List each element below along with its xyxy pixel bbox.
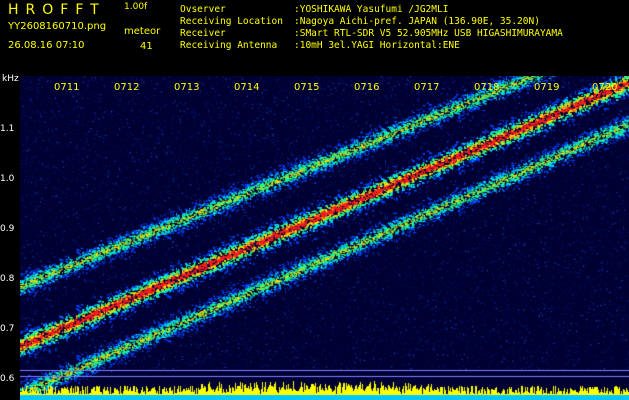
time-label: 0715 — [294, 82, 320, 93]
info-receiver-value: :SMart RTL-SDR V5 52.905MHz USB HIGASHIM… — [294, 28, 563, 39]
time-label: 0711 — [54, 82, 80, 93]
time-label: 0714 — [234, 82, 260, 93]
meteor-label: meteor — [124, 26, 161, 37]
info-location-label: Receiving Location — [180, 16, 283, 27]
y-tick-label: 0.6 — [0, 374, 15, 384]
header-panel: HROFFT 1.00f YY2608160710.png 26.08.16 0… — [0, 0, 629, 72]
info-receiver-label: Receiver — [180, 28, 226, 39]
time-label: 0720 — [592, 82, 618, 93]
info-antenna-value: :10mH 3el.YAGI Horizontal:ENE — [294, 40, 460, 51]
y-tick-label: 0.9 — [0, 224, 15, 234]
y-tick-label: 1.1 — [0, 124, 15, 134]
filename-label: YY2608160710.png — [8, 21, 107, 32]
info-observer-value: :YOSHIKAWA Yasufumi /JG2MLI — [294, 4, 449, 15]
info-location: Receiving Location :Nagoya Aichi-pref. JA… — [180, 16, 540, 27]
spectrogram-panel: kHz 1.1 1.0 0.9 0.8 0.7 0.6 0711 0712 07… — [0, 72, 629, 400]
info-antenna-label: Receiving Antenna — [180, 40, 278, 51]
time-label: 0716 — [354, 82, 380, 93]
info-antenna: Receiving Antenna :10mH 3el.YAGI Horizont… — [180, 40, 460, 51]
y-tick-label: 1.0 — [0, 174, 15, 184]
meteor-count: 41 — [140, 41, 153, 52]
waterfall-canvas — [20, 76, 629, 400]
time-label: 0717 — [414, 82, 440, 93]
info-observer-label: Ovserver — [180, 4, 226, 15]
y-tick-label: 0.8 — [0, 274, 15, 284]
info-location-value: :Nagoya Aichi-pref. JAPAN (136.90E, 35.2… — [294, 16, 540, 27]
info-observer: Ovserver :YOSHIKAWA Yasufumi /JG2MLI — [180, 4, 448, 15]
y-tick-label: 0.7 — [0, 324, 15, 334]
app-title: HROFFT — [8, 2, 106, 18]
version-label: 1.00f — [124, 2, 148, 12]
time-label: 0718 — [474, 82, 500, 93]
time-label: 0713 — [174, 82, 200, 93]
info-receiver: Receiver :SMart RTL-SDR V5 52.905MHz USB … — [180, 28, 563, 39]
time-label: 0712 — [114, 82, 140, 93]
time-label: 0719 — [534, 82, 560, 93]
timestamp-label: 26.08.16 07:10 — [8, 40, 85, 51]
axis-unit-label: kHz — [2, 74, 19, 84]
